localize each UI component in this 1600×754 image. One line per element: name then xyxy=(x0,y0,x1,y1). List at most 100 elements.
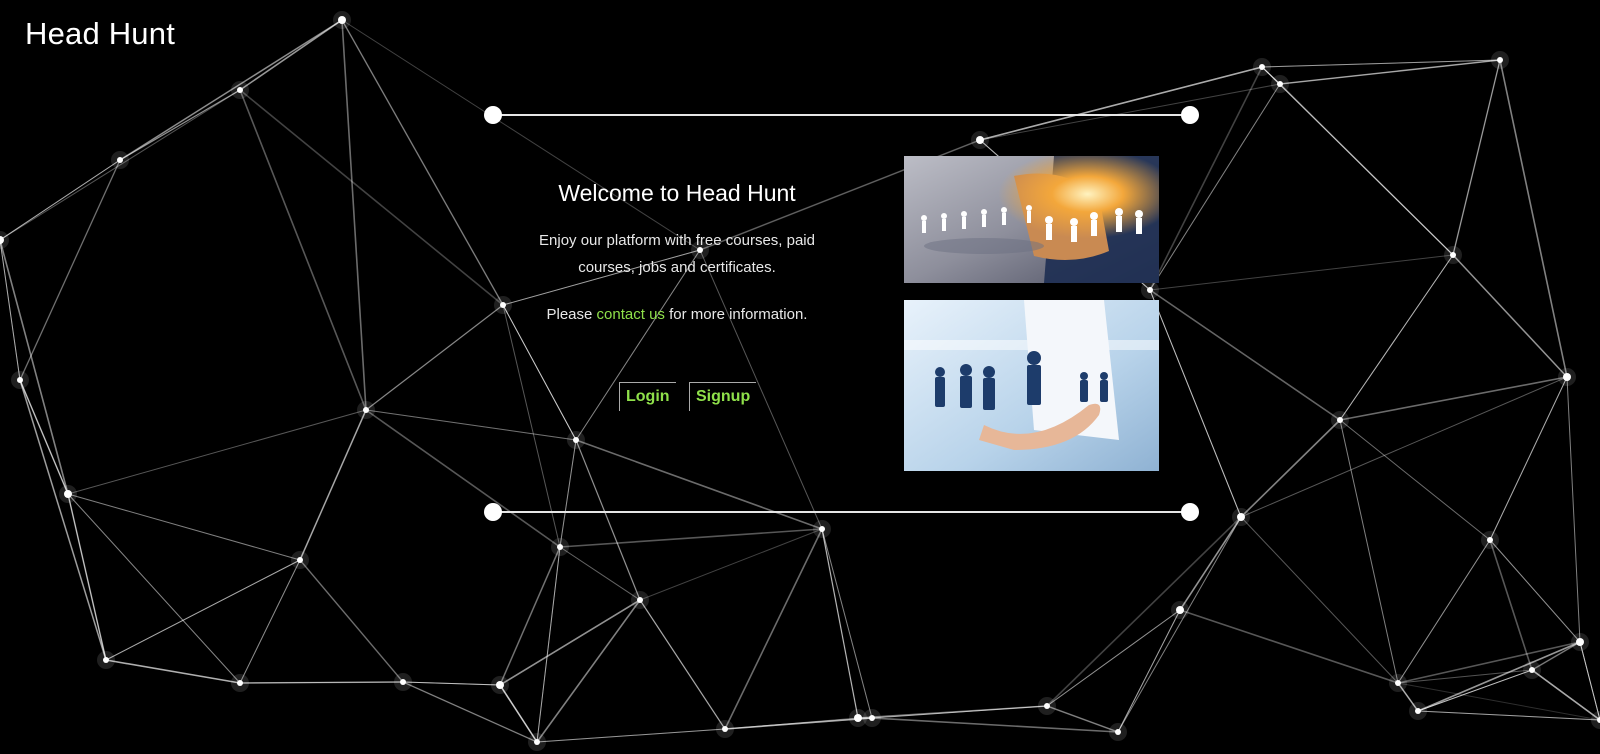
network-line xyxy=(1397,539,1491,684)
contact-suffix: for more information. xyxy=(664,306,808,323)
network-node xyxy=(1337,417,1343,423)
network-line xyxy=(19,379,69,495)
network-node xyxy=(534,739,540,745)
network-node xyxy=(496,681,504,689)
network-line xyxy=(559,439,577,548)
signup-button[interactable]: Signup xyxy=(689,382,757,411)
divider-dot xyxy=(484,503,502,521)
network-line xyxy=(1149,289,1341,421)
network-line xyxy=(857,705,1048,719)
network-node xyxy=(573,437,579,443)
network-line xyxy=(19,379,107,661)
divider-line xyxy=(492,114,1191,116)
network-node xyxy=(338,16,346,24)
network-node xyxy=(976,136,984,144)
network-node xyxy=(1529,667,1535,673)
network-line xyxy=(871,717,1119,733)
network-line xyxy=(536,728,726,743)
network-line xyxy=(536,599,641,743)
network-line xyxy=(1149,66,1263,291)
network-line xyxy=(365,304,504,411)
network-line xyxy=(67,409,367,495)
network-line xyxy=(1397,669,1533,684)
network-line xyxy=(1149,254,1454,291)
network-node xyxy=(500,302,506,308)
network-node xyxy=(64,490,72,498)
network-line xyxy=(1179,516,1242,611)
network-line xyxy=(1489,376,1568,541)
network-line xyxy=(499,599,641,686)
hand-holding-people-image xyxy=(904,300,1159,471)
network-node xyxy=(869,715,875,721)
network-line xyxy=(67,493,241,684)
network-node xyxy=(237,87,243,93)
network-node xyxy=(1147,287,1153,293)
network-line xyxy=(821,528,859,719)
network-node xyxy=(117,157,123,163)
page: Head Hunt Welcome to Head Hunt Enjoy our… xyxy=(0,0,1600,754)
network-node xyxy=(637,597,643,603)
network-line xyxy=(1339,376,1568,421)
network-node xyxy=(1487,537,1493,543)
intro-panel: Welcome to Head Hunt Enjoy our platform … xyxy=(527,180,827,328)
network-line xyxy=(1566,376,1581,643)
network-node xyxy=(103,657,109,663)
network-line xyxy=(299,559,404,683)
network-line xyxy=(1240,376,1568,518)
network-line xyxy=(105,559,301,661)
network-line xyxy=(239,89,367,411)
network-line xyxy=(1452,254,1568,378)
bottom-divider xyxy=(484,502,1199,522)
network-line xyxy=(1179,609,1399,684)
network-line xyxy=(239,89,504,306)
network-node xyxy=(1237,513,1245,521)
network-line xyxy=(639,599,726,730)
network-node xyxy=(1176,606,1184,614)
divider-dot xyxy=(1181,503,1199,521)
network-node xyxy=(1563,373,1571,381)
divider-dot xyxy=(1181,106,1199,124)
network-node xyxy=(237,680,243,686)
login-button[interactable]: Login xyxy=(619,382,676,411)
network-node xyxy=(297,557,303,563)
network-line xyxy=(67,493,301,561)
divider-dot xyxy=(484,106,502,124)
network-node xyxy=(1415,708,1421,714)
network-node xyxy=(1450,252,1456,258)
network-node xyxy=(1576,638,1584,646)
network-node xyxy=(1277,81,1283,87)
network-line xyxy=(499,546,561,686)
network-line xyxy=(536,546,561,743)
network-node xyxy=(363,407,369,413)
network-line xyxy=(0,239,69,495)
contact-us-link[interactable]: contact us xyxy=(597,306,665,323)
network-line xyxy=(724,528,823,730)
network-line xyxy=(105,659,241,684)
network-line xyxy=(1240,516,1399,684)
network-line xyxy=(365,409,561,548)
network-line xyxy=(821,528,873,719)
divider-line xyxy=(492,511,1191,513)
brand-logo[interactable]: Head Hunt xyxy=(25,16,175,52)
network-node xyxy=(1395,680,1401,686)
network-line xyxy=(299,409,367,561)
network-line xyxy=(979,66,1263,141)
network-line xyxy=(1489,539,1533,671)
top-divider xyxy=(484,105,1199,125)
network-node xyxy=(722,726,728,732)
network-line xyxy=(0,239,21,381)
network-node xyxy=(1497,57,1503,63)
network-line xyxy=(1397,641,1581,684)
network-node xyxy=(819,526,825,532)
network-node xyxy=(400,679,406,685)
network-line xyxy=(67,493,107,661)
network-line xyxy=(341,19,504,306)
contact-sentence: Please contact us for more information. xyxy=(527,301,827,328)
network-node xyxy=(557,544,563,550)
network-node xyxy=(1259,64,1265,70)
network-line xyxy=(1279,83,1454,256)
network-node xyxy=(854,714,862,722)
network-node xyxy=(17,377,23,383)
network-line xyxy=(1149,289,1242,518)
network-line xyxy=(1531,669,1600,721)
